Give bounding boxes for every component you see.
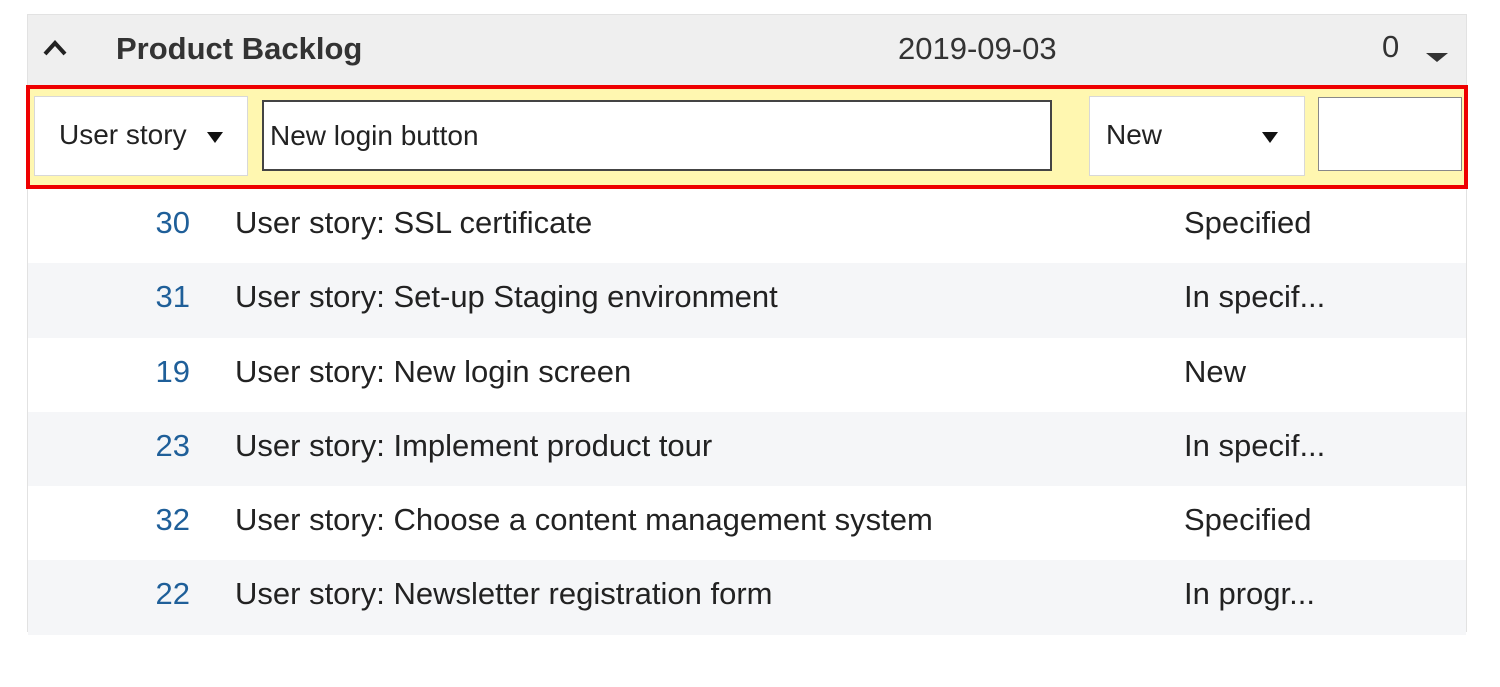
row-id-link[interactable]: 32 [156, 502, 190, 538]
subject-input[interactable] [262, 100, 1052, 171]
row-status[interactable]: In specif... [1184, 428, 1325, 464]
type-select[interactable]: User story [34, 96, 248, 176]
table-row[interactable]: 32 User story: Choose a content manageme… [28, 486, 1466, 560]
status-select[interactable]: New [1089, 96, 1305, 176]
dropdown-arrow-icon [207, 132, 223, 143]
row-id-link[interactable]: 19 [156, 354, 190, 390]
row-status[interactable]: In progr... [1184, 576, 1315, 612]
row-id-link[interactable]: 31 [156, 279, 190, 315]
table-row[interactable]: 23 User story: Implement product tour In… [28, 411, 1466, 487]
row-status[interactable]: Specified [1184, 205, 1312, 241]
row-subject[interactable]: User story: SSL certificate [235, 205, 592, 241]
row-subject[interactable]: User story: New login screen [235, 354, 631, 390]
group-count: 0 [1382, 29, 1400, 64]
row-id-link[interactable]: 30 [156, 205, 190, 241]
dropdown-arrow-icon [1262, 132, 1278, 143]
row-subject[interactable]: User story: Set-up Staging environment [235, 279, 778, 315]
group-header: Product Backlog 2019-09-03 0 [28, 15, 1466, 86]
status-select-value: New [1106, 119, 1163, 150]
row-status[interactable]: New [1184, 354, 1246, 390]
row-subject[interactable]: User story: Implement product tour [235, 428, 712, 464]
new-item-form: User story New [26, 85, 1468, 189]
type-select-value: User story [59, 119, 187, 150]
row-id-link[interactable]: 22 [156, 576, 190, 612]
row-subject[interactable]: User story: Choose a content management … [235, 502, 933, 538]
group-date: 2019-09-03 [898, 31, 1057, 66]
backlog-panel: Product Backlog 2019-09-03 0 User story … [26, 14, 1468, 635]
extra-input[interactable] [1318, 97, 1462, 171]
chevron-up-icon[interactable] [40, 33, 70, 63]
table-row[interactable]: 31 User story: Set-up Staging environmen… [28, 263, 1466, 338]
table-row[interactable]: 19 User story: New login screen New [28, 338, 1466, 412]
work-package-list: 30 User story: SSL certificate Specified… [28, 189, 1466, 635]
caret-down-icon[interactable] [1426, 53, 1448, 62]
row-id-link[interactable]: 23 [156, 428, 190, 464]
row-status[interactable]: In specif... [1184, 279, 1325, 315]
row-status[interactable]: Specified [1184, 502, 1312, 538]
table-row[interactable]: 30 User story: SSL certificate Specified [28, 189, 1466, 263]
table-row[interactable]: 22 User story: Newsletter registration f… [28, 560, 1466, 635]
group-title: Product Backlog [116, 31, 363, 66]
row-subject[interactable]: User story: Newsletter registration form [235, 576, 772, 612]
